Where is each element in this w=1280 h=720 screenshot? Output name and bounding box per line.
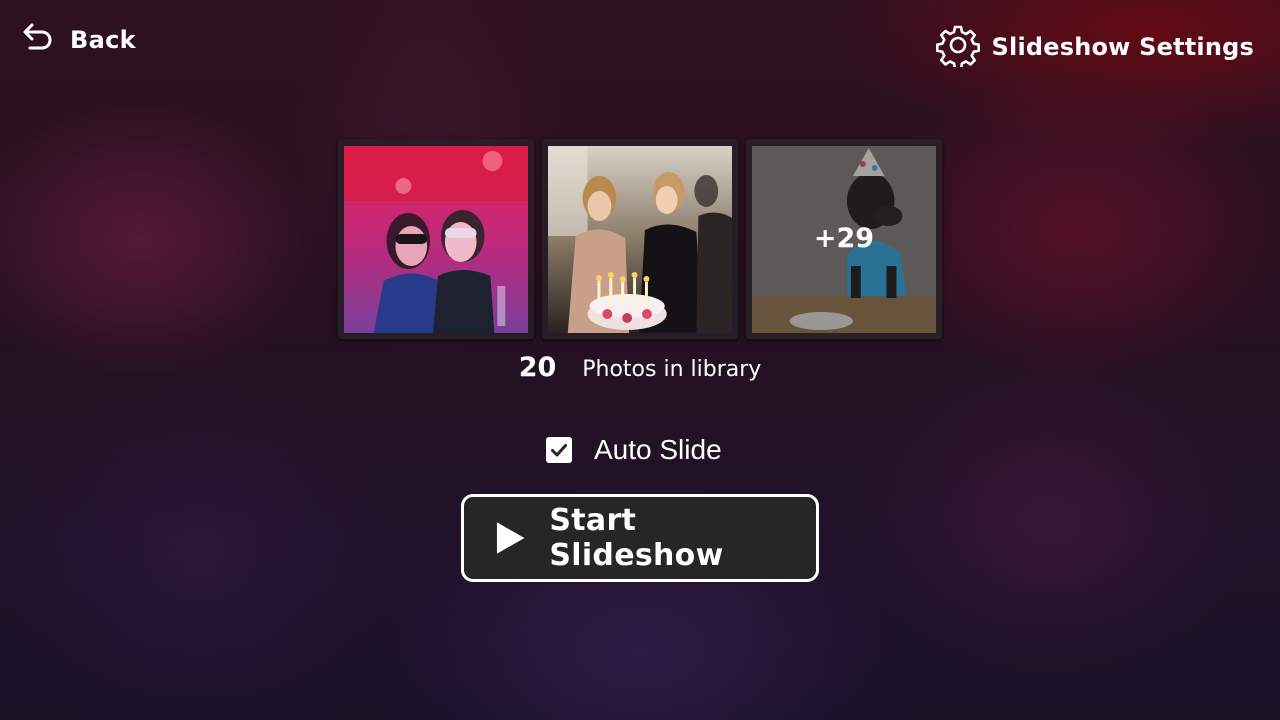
auto-slide-toggle[interactable]: Auto Slide	[546, 432, 722, 468]
more-photos-count: +29	[813, 222, 875, 254]
birthday-cake-photo	[548, 146, 732, 333]
start-slideshow-label: Start Slideshow	[549, 503, 724, 573]
thumbnail-party-masks[interactable]	[338, 139, 534, 339]
gear-icon	[935, 23, 980, 71]
library-count-row: 20 Photos in library	[0, 352, 1280, 383]
photo-count-label: Photos in library	[582, 357, 762, 382]
slideshow-settings-button[interactable]: Slideshow Settings	[935, 23, 1254, 71]
party-masks-photo	[344, 146, 528, 333]
undo-arrow-icon	[20, 20, 56, 60]
back-label: Back	[70, 26, 136, 54]
photo-thumbnail-strip: +29	[338, 139, 944, 339]
thumbnail-birthday-cake[interactable]	[542, 139, 738, 339]
start-slideshow-button[interactable]: Start Slideshow	[461, 494, 819, 582]
slideshow-screen: Back Slideshow Settings +29 20 Photos in…	[0, 0, 1280, 720]
more-photos-overlay: +29	[746, 139, 942, 339]
auto-slide-label: Auto Slide	[594, 434, 722, 465]
back-button[interactable]: Back	[20, 20, 136, 60]
thumbnail-dog-more[interactable]: +29	[746, 139, 942, 339]
photo-count: 20	[518, 352, 557, 383]
auto-slide-checkbox[interactable]	[546, 437, 572, 463]
slideshow-settings-label: Slideshow Settings	[991, 33, 1254, 61]
play-icon	[496, 522, 525, 554]
checkmark-icon	[551, 444, 567, 457]
